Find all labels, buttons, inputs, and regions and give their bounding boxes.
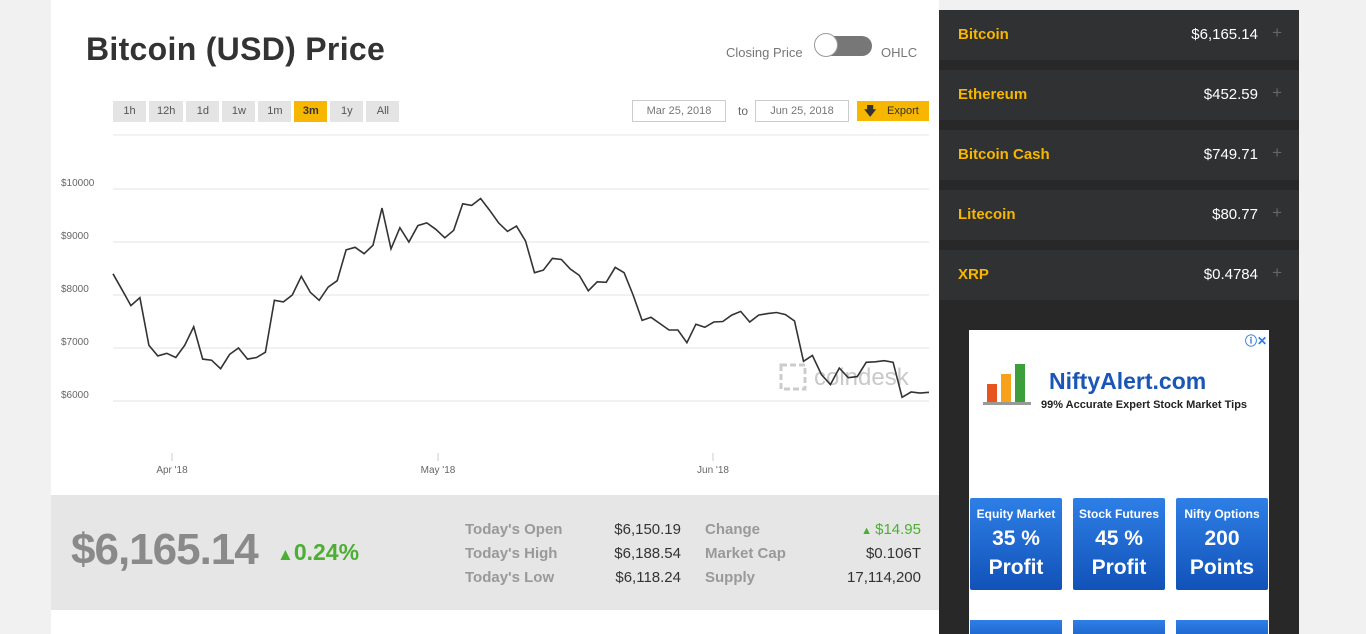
coin-name: Bitcoin [958, 26, 1009, 43]
price-chart: $10000 $9000 $8000 $7000 $6000 Apr '18 May '1… [61, 134, 930, 476]
price-panel: Bitcoin (USD) Price Closing Price OHLC 1… [51, 0, 939, 634]
today-open-label: Today's Open [465, 521, 563, 538]
download-arrow-icon: 🡇 [864, 104, 877, 118]
market-cap-value: $0.106T [865, 545, 921, 562]
coin-name: XRP [958, 266, 989, 283]
range-button-12h[interactable]: 12h [149, 101, 184, 122]
y-axis-ticks: $10000 $9000 $8000 $7000 $6000 [61, 178, 95, 401]
range-button-all[interactable]: All [366, 101, 400, 122]
up-triangle-icon: ▲ [277, 545, 294, 564]
coin-price: $0.4784 [1203, 266, 1258, 283]
range-button-3m[interactable]: 3m [294, 101, 328, 122]
coin-row-bitcoin[interactable]: Bitcoin $6,165.14 + [939, 10, 1299, 60]
range-button-1m[interactable]: 1m [258, 101, 292, 122]
ad-box-partial[interactable] [1073, 620, 1165, 634]
plus-icon[interactable]: + [1272, 203, 1282, 223]
coin-row-xrp[interactable]: XRP $0.4784 + [939, 250, 1299, 300]
plus-icon[interactable]: + [1272, 263, 1282, 283]
coindesk-watermark: coindesk [779, 363, 910, 391]
date-from-input[interactable]: Mar 25, 2018 [632, 100, 726, 122]
market-cap-label: Market Cap [705, 545, 786, 562]
toggle-knob [814, 33, 838, 57]
coin-price: $749.71 [1203, 146, 1258, 163]
change-percent: ▲0.24% [277, 539, 360, 565]
ad-box-futures[interactable]: Stock Futures 45 % Profit [1073, 498, 1165, 590]
plus-icon[interactable]: + [1272, 83, 1282, 103]
range-button-1h[interactable]: 1h [113, 101, 146, 122]
ohlc-label: OHLC [881, 45, 918, 60]
chart-mode-toggle[interactable] [814, 33, 872, 57]
date-to-label: to [738, 104, 749, 118]
coin-name: Litecoin [958, 206, 1016, 223]
ad-box-equity[interactable]: Equity Market 35 % Profit [970, 498, 1062, 590]
up-triangle-icon: ▲ [861, 525, 876, 537]
y-tick-label: $6000 [61, 390, 89, 401]
page-title: Bitcoin (USD) Price [86, 31, 386, 67]
supply-value: 17,114,200 [847, 569, 921, 586]
coin-name: Bitcoin Cash [958, 146, 1050, 163]
ad-box-partial[interactable] [1176, 620, 1268, 634]
ad-box-options[interactable]: Nifty Options 200 Points [1176, 498, 1268, 590]
ad-close-icon[interactable]: ⓘ✕ [1245, 332, 1267, 349]
current-price: $6,165.14 [71, 525, 259, 574]
coin-row-ethereum[interactable]: Ethereum $452.59 + [939, 70, 1299, 120]
coin-row-litecoin[interactable]: Litecoin $80.77 + [939, 190, 1299, 240]
stats-panel: $6,165.14 ▲0.24% Today's Open $6,150.19 … [51, 495, 939, 610]
coin-row-bitcoin-cash[interactable]: Bitcoin Cash $749.71 + [939, 130, 1299, 180]
x-tick-label: May '18 [421, 465, 456, 476]
range-button-1y[interactable]: 1y [330, 101, 364, 122]
x-tick-label: Apr '18 [156, 465, 188, 476]
ad-tagline: 99% Accurate Expert Stock Market Tips [1041, 399, 1248, 411]
range-button-1d[interactable]: 1d [186, 101, 220, 122]
date-to-input[interactable]: Jun 25, 2018 [755, 100, 849, 122]
export-label: Export [887, 105, 919, 117]
advertisement[interactable]: ⓘ✕ NiftyAlert.com 99% Accurate Expert St… [969, 330, 1269, 634]
y-tick-label: $10000 [61, 178, 95, 189]
coin-price: $80.77 [1212, 206, 1258, 223]
today-low-label: Today's Low [465, 569, 555, 586]
bar-chart-logo-icon [983, 364, 1031, 405]
y-tick-label: $9000 [61, 231, 89, 242]
today-high-value: $6,188.54 [614, 545, 681, 562]
closing-price-label: Closing Price [726, 45, 803, 60]
plus-icon[interactable]: + [1272, 143, 1282, 163]
supply-label: Supply [705, 569, 756, 586]
y-tick-label: $7000 [61, 337, 89, 348]
plus-icon[interactable]: + [1272, 23, 1282, 43]
coin-name: Ethereum [958, 86, 1028, 103]
price-series-line [112, 197, 930, 399]
ad-box-partial[interactable] [970, 620, 1062, 634]
export-button[interactable]: 🡇 Export [857, 101, 929, 121]
x-tick-label: Jun '18 [697, 465, 729, 476]
change-label: Change [705, 521, 761, 538]
coin-price: $452.59 [1203, 86, 1258, 103]
chart-grid [113, 134, 929, 402]
change-value: ▲ $14.95 [861, 521, 921, 538]
coin-price: $6,165.14 [1191, 26, 1258, 43]
range-buttons: 1h 12h 1d 1w 1m 3m 1y All [113, 101, 400, 122]
today-high-label: Today's High [465, 545, 558, 562]
ad-brand: NiftyAlert.com [1049, 368, 1207, 394]
x-axis-ticks: Apr '18 May '18 Jun '18 [156, 453, 729, 476]
today-low-value: $6,118.24 [615, 569, 681, 586]
y-tick-label: $8000 [61, 284, 89, 295]
today-open-value: $6,150.19 [614, 521, 681, 538]
range-button-1w[interactable]: 1w [222, 101, 256, 122]
